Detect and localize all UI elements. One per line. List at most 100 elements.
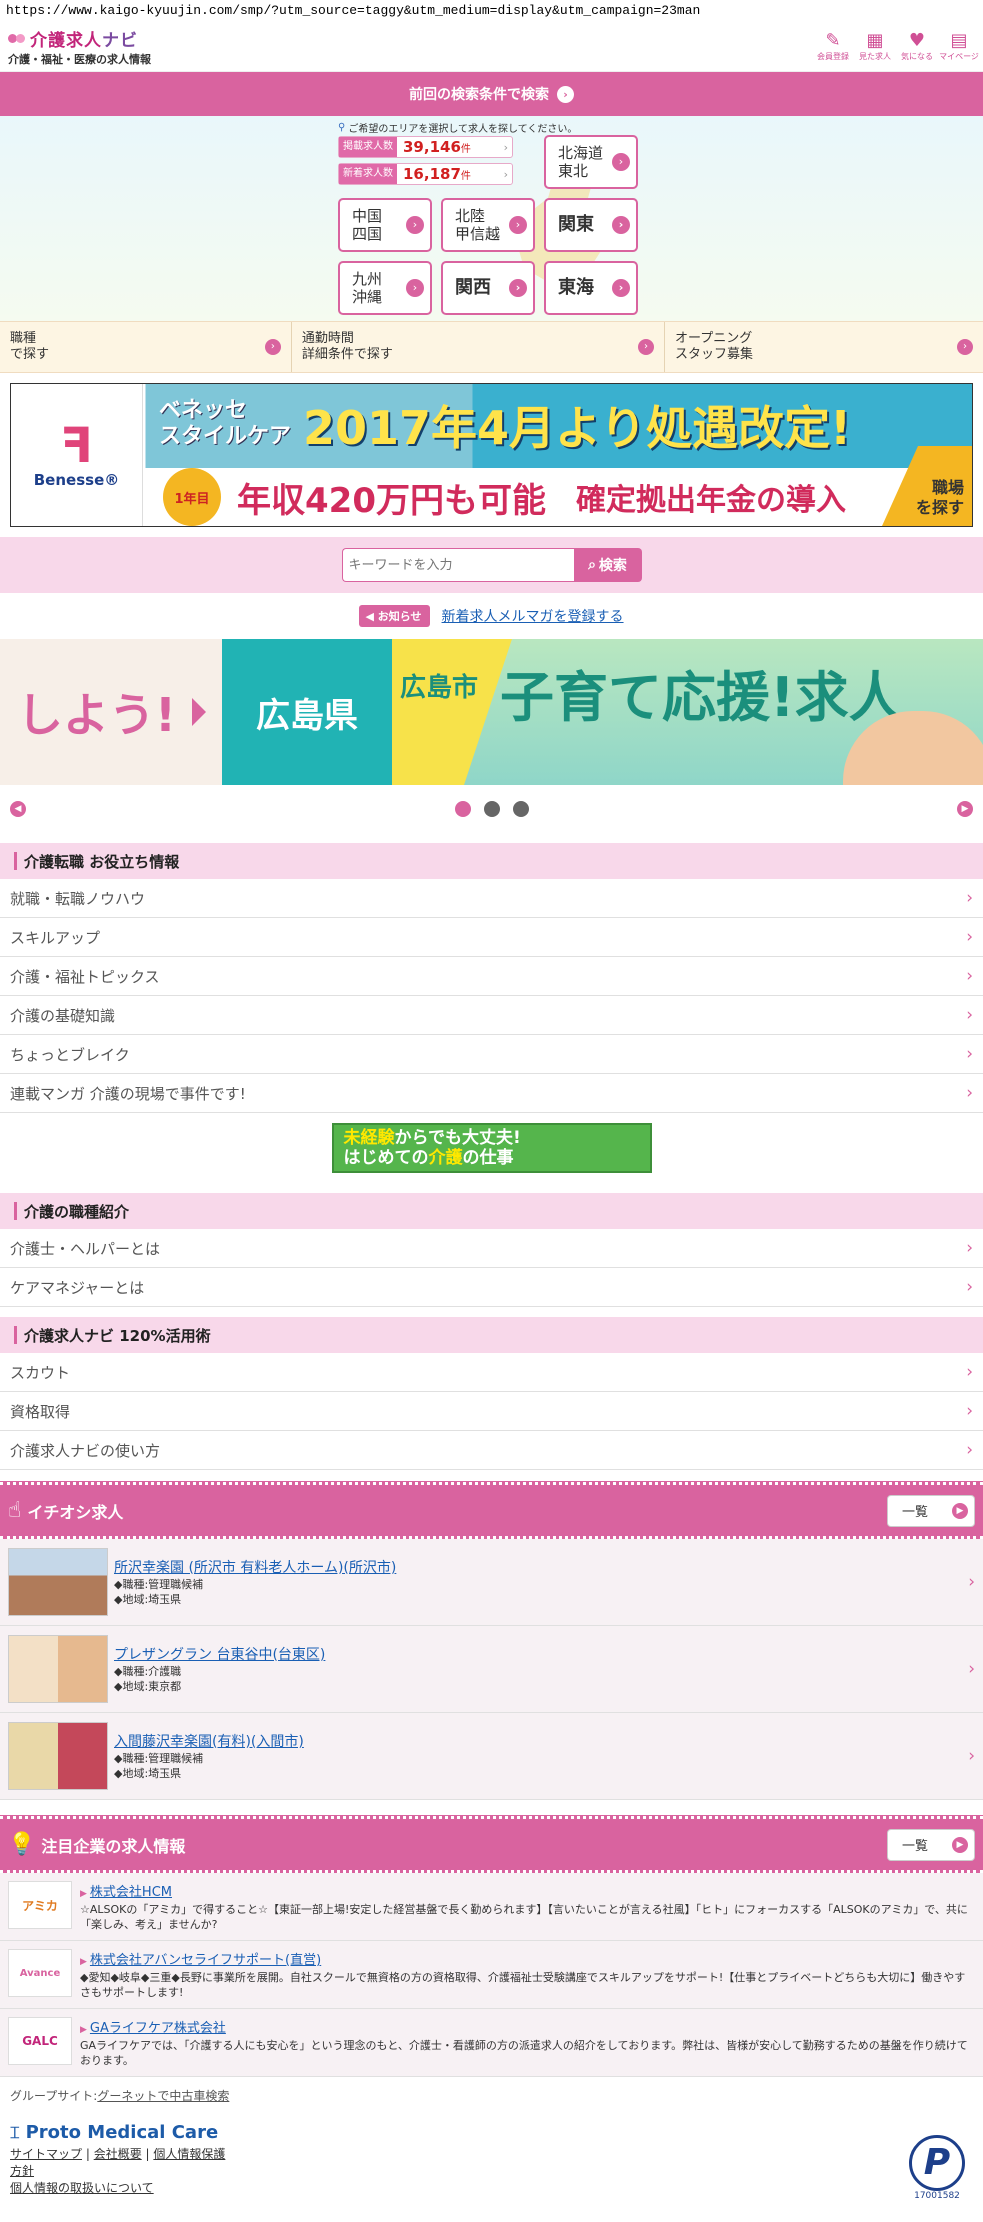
company-item[interactable]: GALC GAライフケア株式会社 GAライフケアでは、「介護する人にも安心を」と… xyxy=(0,2009,983,2077)
promo-carousel[interactable]: しよう! 広島県 広島市 子育て応援!求人 xyxy=(0,639,983,785)
job-listing[interactable]: プレザングラン 台東谷中(台東区) ◆職種:介護職 ◆地域:東京都 › xyxy=(0,1626,983,1713)
personal-info-handling-link[interactable]: 個人情報の取扱いについて xyxy=(10,2181,154,2195)
search-by-bar: 職種 で探す › 通勤時間 詳細条件で探す › オープニング スタッフ募集 › xyxy=(0,321,983,373)
section-title: 介護求人ナビ 120%活用術 xyxy=(0,1317,983,1353)
privacy-mark-icon: P xyxy=(909,2135,965,2191)
arrow-right-icon: › xyxy=(509,216,527,234)
search-opening-staff[interactable]: オープニング スタッフ募集 › xyxy=(665,322,983,372)
keyword-input[interactable] xyxy=(341,548,574,582)
carousel-prev-button[interactable]: ◀ xyxy=(10,801,26,817)
list-item[interactable]: 資格取得 › xyxy=(0,1392,983,1431)
section-title: 介護の職種紹介 xyxy=(0,1193,983,1229)
arrow-right-icon: › xyxy=(612,279,630,297)
company-logo: アミカ xyxy=(8,1881,72,1929)
logo-subtitle: 介護・福祉・医療の求人情報 xyxy=(8,53,151,66)
arrow-right-icon: › xyxy=(612,216,630,234)
chevron-right-icon: › xyxy=(966,1238,973,1258)
area-hint: ⚲ ご希望のエリアを選択して求人を探してください。 xyxy=(338,122,578,135)
company-item[interactable]: アミカ 株式会社HCM ☆ALSOKの「アミカ」で得すること☆【東証一部上場!安… xyxy=(0,1873,983,1941)
carousel-next-button[interactable]: ▶ xyxy=(957,801,973,817)
carousel-nav: ◀ ▶ xyxy=(0,785,983,833)
search-icon: ⌕ xyxy=(588,557,596,573)
chevron-right-icon: › xyxy=(966,927,973,947)
companies-all-button[interactable]: 一覧 ▶ xyxy=(887,1828,975,1861)
keyword-search: ⌕ 検索 xyxy=(0,537,983,593)
mypage-button[interactable]: ▤ マイページ xyxy=(939,31,979,62)
area-map: ⚲ ご希望のエリアを選択して求人を探してください。 掲載求人数 39,146 件… xyxy=(0,116,983,321)
chevron-right-icon: › xyxy=(968,1572,975,1592)
region-kyushu-okinawa[interactable]: 九州 沖縄 › xyxy=(338,261,432,315)
carousel-dot[interactable] xyxy=(454,801,471,817)
region-kansai[interactable]: 関西 › xyxy=(441,261,535,315)
list-item[interactable]: 就職・転職ノウハウ › xyxy=(0,879,983,918)
carousel-dot[interactable] xyxy=(483,801,500,817)
privacy-policy-link[interactable]: 個人情報保護 xyxy=(153,2147,225,2161)
company-logo: Avance xyxy=(8,1949,72,1997)
newsletter-signup-link[interactable]: 新着求人メルマガを登録する xyxy=(442,606,624,626)
arrow-right-icon: › xyxy=(612,153,630,171)
list-item[interactable]: 連載マンガ 介護の現場で事件です! › xyxy=(0,1074,983,1113)
list-item[interactable]: 介護の基礎知識 › xyxy=(0,996,983,1035)
search-by-occupation[interactable]: 職種 で探す › xyxy=(0,322,292,372)
section-useful-info: 介護転職 お役立ち情報 就職・転職ノウハウ › スキルアップ › 介護・福祉トピック… xyxy=(0,843,983,1113)
group-site-link[interactable]: グーネットで中古車検索 xyxy=(97,2089,229,2103)
keyword-search-button[interactable]: ⌕ 検索 xyxy=(573,548,642,582)
list-item[interactable]: ちょっとブレイク › xyxy=(0,1035,983,1074)
company-info-link[interactable]: 会社概要 xyxy=(94,2147,142,2161)
chevron-right-icon: › xyxy=(966,1005,973,1025)
privacy-policy-link-cont[interactable]: 方針 xyxy=(10,2164,34,2178)
url-bar[interactable]: https://www.kaigo-kyuujin.com/smp/?utm_s… xyxy=(0,0,983,22)
list-item[interactable]: 介護士・ヘルパーとは › xyxy=(0,1229,983,1268)
region-tokai[interactable]: 東海 › xyxy=(544,261,638,315)
chevron-right-icon: › xyxy=(503,167,508,181)
megaphone-icon: ◀ xyxy=(365,610,374,623)
logo-mark-icon xyxy=(8,32,26,46)
chevron-right-icon: › xyxy=(966,1362,973,1382)
chevron-right-icon: › xyxy=(966,1083,973,1103)
arrow-right-icon: › xyxy=(264,339,281,355)
privacy-mark[interactable]: P 17001582 xyxy=(905,2135,969,2209)
list-item[interactable]: スキルアップ › xyxy=(0,918,983,957)
pointing-hand-icon: ☝ xyxy=(8,1498,22,1523)
region-hokuriku-koshinetsu[interactable]: 北陸 甲信越 › xyxy=(441,198,535,252)
arrow-right-icon: › xyxy=(557,85,574,103)
chevron-right-icon: › xyxy=(968,1659,975,1679)
companies-header: 💡 注目企業の求人情報 一覧 ▶ xyxy=(0,1816,983,1873)
arrow-right-icon: › xyxy=(406,279,424,297)
company-item[interactable]: Avance 株式会社アバンセライフサポート(直営) ◆愛知◆岐阜◆三重◆長野に… xyxy=(0,1941,983,2009)
carousel-dot[interactable] xyxy=(512,801,529,817)
triangle-right-icon xyxy=(192,698,206,726)
new-jobs-count[interactable]: 新着求人数 16,187 件 › xyxy=(338,163,513,185)
total-jobs-count[interactable]: 掲載求人数 39,146 件 › xyxy=(338,136,513,158)
search-by-commute[interactable]: 通勤時間 詳細条件で探す › xyxy=(292,322,666,372)
job-listing[interactable]: 入間藤沢幸楽園(有料)(入間市) ◆職種:管理職候補 ◆地域:埼玉県 › xyxy=(0,1713,983,1800)
job-thumbnail xyxy=(8,1635,108,1703)
chevron-right-icon: › xyxy=(966,888,973,908)
list-item[interactable]: スカウト › xyxy=(0,1353,983,1392)
pickup-all-button[interactable]: 一覧 ▶ xyxy=(887,1494,975,1527)
list-item[interactable]: 介護求人ナビの使い方 › xyxy=(0,1431,983,1470)
favorites-button[interactable]: ♥ 気になる xyxy=(901,31,933,62)
pmc-brand[interactable]: ⌶ Proto Medical Care xyxy=(10,2122,973,2143)
site-logo[interactable]: 介護求人ナビ 介護・福祉・医療の求人情報 xyxy=(8,26,151,67)
beginner-banner[interactable]: 未経験からでも大丈夫! はじめての介護の仕事 xyxy=(0,1113,983,1183)
pmc-logo-icon: ⌶ xyxy=(10,2122,20,2142)
section-usage-tips: 介護求人ナビ 120%活用術 スカウト › 資格取得 › 介護求人ナビの使い方 › xyxy=(0,1317,983,1470)
sitemap-link[interactable]: サイトマップ xyxy=(10,2147,82,2161)
heart-icon: ♥ xyxy=(908,30,926,51)
job-listing[interactable]: 所沢幸楽園 (所沢市 有料老人ホーム)(所沢市) ◆職種:管理職候補 ◆地域:埼… xyxy=(0,1539,983,1626)
logo-name: 介護求人ナビ xyxy=(30,31,138,51)
region-hokkaido-tohoku[interactable]: 北海道 東北 › xyxy=(544,135,638,189)
chevron-right-icon: › xyxy=(966,1044,973,1064)
list-item[interactable]: 介護・福祉トピックス › xyxy=(0,957,983,996)
region-kanto[interactable]: 関東 › xyxy=(544,198,638,252)
region-chugoku-shikoku[interactable]: 中国 四国 › xyxy=(338,198,432,252)
viewed-jobs-button[interactable]: ▦ 見た求人 xyxy=(859,31,891,62)
benesse-banner[interactable]: ꟻ Benesse® ベネッセ スタイルケア 2017年4月より処遇改定! 1年… xyxy=(10,383,973,527)
previous-search-button[interactable]: 前回の検索条件で検索 › xyxy=(0,72,983,116)
arrow-right-icon: › xyxy=(956,339,973,355)
list-item[interactable]: ケアマネジャーとは › xyxy=(0,1268,983,1307)
section-title: 介護転職 お役立ち情報 xyxy=(0,843,983,879)
register-button[interactable]: ✎ 会員登録 xyxy=(817,31,849,62)
header-nav: ✎ 会員登録 ▦ 見た求人 ♥ 気になる ▤ マイページ xyxy=(817,31,979,62)
